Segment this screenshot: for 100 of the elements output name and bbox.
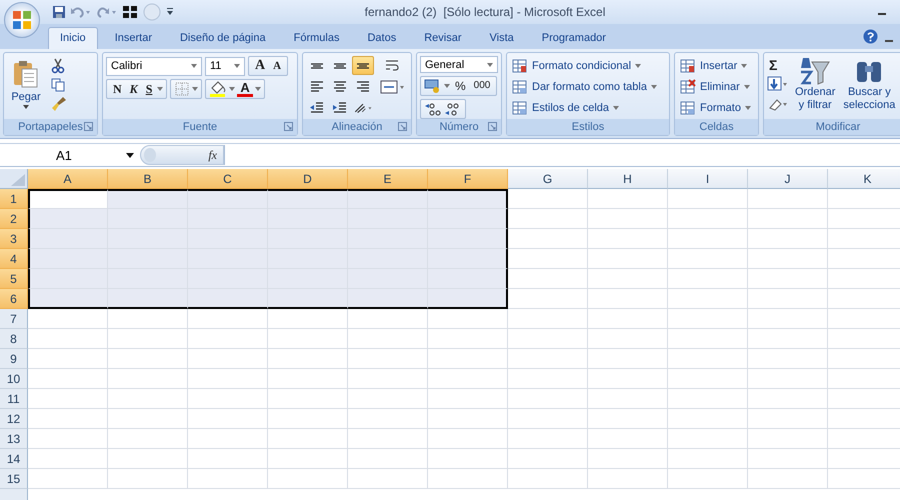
bold-button[interactable]: N — [110, 82, 125, 96]
ribbon-tab[interactable]: Datos — [356, 28, 408, 49]
table-cell[interactable] — [428, 249, 508, 269]
column-header[interactable]: F — [428, 169, 508, 189]
table-cell[interactable] — [428, 189, 508, 209]
row-header[interactable]: 5 — [0, 269, 28, 289]
caret-icon — [487, 62, 493, 66]
customize-icon[interactable] — [166, 7, 174, 17]
table-cell[interactable] — [428, 269, 508, 289]
fill-bucket-icon[interactable] — [209, 81, 228, 97]
style-menu-button[interactable]: Formato condicional — [510, 57, 659, 75]
ribbon-tab[interactable]: Vista — [478, 28, 525, 49]
table-cell[interactable] — [268, 189, 348, 209]
caret-icon[interactable] — [192, 87, 198, 91]
save-icon[interactable] — [52, 5, 66, 19]
thousands-button[interactable]: 000 — [470, 79, 494, 93]
font-color-button[interactable]: A — [237, 82, 253, 96]
row-header[interactable]: 13 — [0, 429, 28, 449]
caret-icon[interactable] — [254, 87, 261, 91]
table-icon — [512, 100, 528, 116]
row-header[interactable]: 9 — [0, 349, 28, 369]
caret-icon[interactable] — [157, 87, 164, 91]
caret-icon[interactable] — [444, 84, 450, 88]
scissors-icon[interactable] — [51, 58, 65, 74]
fill-down-icon[interactable] — [767, 76, 789, 92]
grow-font-button[interactable]: A — [252, 59, 268, 73]
table-cell[interactable] — [188, 189, 268, 209]
row-header[interactable]: 4 — [0, 249, 28, 269]
row-header[interactable]: 7 — [0, 309, 28, 329]
column-header[interactable]: H — [588, 169, 668, 189]
dialog-launcher-icon[interactable] — [398, 122, 407, 131]
caret-icon — [23, 105, 29, 109]
column-header[interactable]: I — [668, 169, 748, 189]
row-header[interactable]: 12 — [0, 409, 28, 429]
ribbon-tab[interactable]: Insertar — [104, 28, 163, 49]
table-cell[interactable] — [428, 289, 508, 309]
autosum-button[interactable]: Σ — [767, 58, 780, 72]
help-icon[interactable] — [863, 29, 878, 44]
table-cell[interactable] — [28, 189, 108, 209]
underline-button[interactable]: S — [142, 82, 156, 96]
row-header[interactable]: 8 — [0, 329, 28, 349]
row-header[interactable]: 2 — [0, 209, 28, 229]
row-header[interactable]: 14 — [0, 449, 28, 469]
resize-handle[interactable] — [144, 148, 156, 162]
grid-icon[interactable] — [122, 5, 138, 19]
ribbon-tab[interactable]: Fórmulas — [282, 28, 350, 49]
font-size-field[interactable]: 11 — [205, 56, 245, 76]
group-label: Fuente — [182, 121, 218, 133]
select-all-button[interactable] — [0, 169, 28, 189]
row-header[interactable]: 1 — [0, 189, 28, 209]
column-header[interactable]: G — [508, 169, 588, 189]
table-cell[interactable] — [108, 189, 188, 209]
cells-menu-button[interactable]: Insertar — [678, 57, 753, 75]
row-header[interactable]: 6 — [0, 289, 28, 309]
brush-icon[interactable] — [51, 96, 67, 112]
cells-menu-button[interactable]: Formato — [678, 99, 753, 117]
column-header[interactable]: B — [108, 169, 188, 189]
dialog-launcher-icon[interactable] — [84, 122, 93, 131]
caret-icon[interactable] — [229, 87, 236, 91]
currency-icon[interactable] — [424, 78, 442, 94]
column-header[interactable]: D — [268, 169, 348, 189]
paste-button[interactable]: Pegar — [7, 56, 45, 119]
office-button[interactable] — [4, 2, 40, 38]
font-name-field[interactable]: Calibri — [106, 56, 202, 76]
row-header[interactable]: 10 — [0, 369, 28, 389]
column-header[interactable]: K — [828, 169, 900, 189]
copy-icon[interactable] — [51, 78, 65, 92]
name-box[interactable]: A1 — [0, 145, 140, 165]
increase-decimal-icon[interactable] — [424, 101, 442, 117]
ribbon-tab[interactable]: Inicio — [48, 27, 98, 49]
column-header[interactable]: E — [348, 169, 428, 189]
find-select-button[interactable]: Buscar y selecciona — [841, 56, 898, 119]
table-icon — [680, 58, 696, 74]
style-menu-button[interactable]: Dar formato como tabla — [510, 78, 659, 96]
row-header[interactable]: 15 — [0, 469, 28, 489]
table-cell[interactable] — [428, 229, 508, 249]
align-button[interactable] — [352, 56, 374, 75]
column-header[interactable]: A — [28, 169, 108, 189]
percent-button[interactable]: % — [452, 79, 469, 93]
table-cell[interactable] — [348, 189, 428, 209]
ribbon-tab[interactable]: Programador — [530, 28, 617, 49]
borders-icon[interactable] — [174, 81, 190, 97]
shrink-font-button[interactable]: A — [270, 59, 284, 73]
table-cell[interactable] — [428, 209, 508, 229]
row-header[interactable]: 11 — [0, 389, 28, 409]
cells-menu-button[interactable]: Eliminar — [678, 78, 753, 96]
ribbon-tab[interactable]: Diseño de página — [168, 28, 277, 49]
group-label: Estilos — [572, 121, 604, 133]
row-header[interactable]: 3 — [0, 229, 28, 249]
dialog-launcher-icon[interactable] — [284, 122, 293, 131]
caret-icon — [191, 64, 197, 68]
dialog-launcher-icon[interactable] — [488, 122, 497, 131]
insert-function-button[interactable]: fx — [206, 148, 219, 162]
column-header[interactable]: J — [748, 169, 828, 189]
ribbon-tab[interactable]: Revisar — [413, 28, 472, 49]
number-format-field[interactable]: General — [420, 56, 498, 73]
style-menu-button[interactable]: Estilos de celda — [510, 99, 659, 117]
sort-filter-button[interactable]: Ordenar y filtrar — [793, 56, 838, 119]
italic-button[interactable]: K — [126, 82, 141, 96]
column-header[interactable]: C — [188, 169, 268, 189]
